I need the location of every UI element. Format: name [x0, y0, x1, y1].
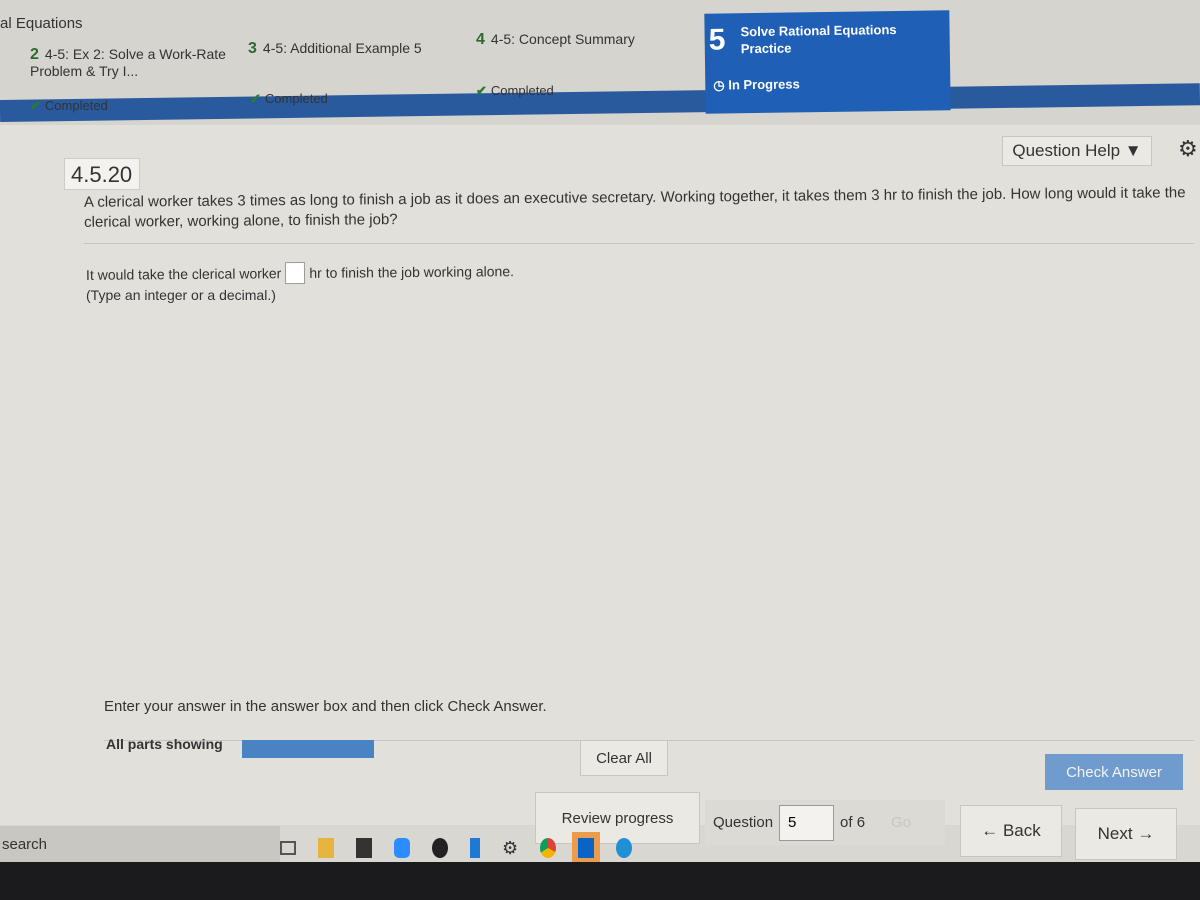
answer-line: It would take the clerical worker hr to … — [86, 260, 514, 286]
task-view-icon[interactable] — [280, 841, 296, 855]
question-total: of 6 — [840, 814, 866, 831]
tab-2[interactable]: 2 4-5: Ex 2: Solve a Work-Rate Problem & … — [30, 46, 230, 79]
tab-label: 4-5: Concept Summary — [490, 31, 635, 47]
check-icon: ✔ — [30, 98, 41, 113]
app-icon[interactable] — [470, 838, 480, 858]
answer-suffix: hr to finish the job working alone. — [309, 263, 515, 281]
status-text: In Progress — [728, 76, 800, 93]
zoom-icon[interactable] — [394, 838, 410, 858]
tab-label: Solve Rational Equations Practice — [740, 22, 897, 57]
store-icon[interactable] — [356, 838, 372, 858]
edge-icon[interactable] — [616, 838, 633, 858]
check-answer-button[interactable]: Check Answer — [1045, 754, 1183, 790]
status-completed: ✔ Completed — [250, 91, 328, 107]
chrome-icon[interactable] — [540, 838, 557, 858]
assignment-title: al Equations — [0, 15, 83, 32]
instruction-text: Enter your answer in the answer box and … — [104, 698, 547, 715]
status-text: Completed — [44, 98, 108, 113]
question-label: Question — [713, 814, 774, 831]
parts-progress-bar — [242, 740, 374, 758]
question-help-button[interactable]: Question Help ▼ — [1002, 136, 1152, 166]
status-in-progress: ◷ In Progress — [713, 76, 800, 93]
gear-icon[interactable]: ⚙ — [1178, 136, 1198, 162]
check-icon: ✔ — [476, 83, 487, 98]
answer-hint: (Type an integer or a decimal.) — [86, 287, 276, 303]
tab-number: 5 — [708, 23, 726, 57]
settings-icon[interactable]: ⚙ — [502, 838, 518, 858]
tab-label: 4-5: Additional Example 5 — [262, 40, 422, 56]
status-completed: ✔ Completed — [30, 98, 108, 114]
outlook-icon[interactable] — [572, 832, 601, 864]
screen-bezel — [0, 862, 1200, 900]
answer-input[interactable] — [285, 261, 306, 285]
status-text: Completed — [490, 83, 554, 98]
tab-4[interactable]: 4 4-5: Concept Summary — [476, 31, 635, 49]
clock-icon: ◷ — [713, 77, 729, 93]
file-explorer-icon[interactable] — [318, 838, 334, 858]
parts-progress-fill — [242, 740, 374, 758]
divider — [84, 243, 1194, 244]
answer-prefix: It would take the clerical worker — [85, 265, 282, 283]
tab-number: 4 — [476, 31, 485, 48]
tab-label: 4-5: Ex 2: Solve a Work-Rate Problem & T… — [30, 46, 226, 79]
tab-3[interactable]: 3 4-5: Additional Example 5 — [248, 40, 422, 58]
status-completed: ✔ Completed — [476, 83, 554, 99]
status-text: Completed — [264, 91, 328, 106]
tab-number: 3 — [248, 40, 257, 57]
parts-label: All parts showing — [106, 736, 223, 752]
xbox-icon[interactable] — [432, 838, 448, 858]
next-button[interactable]: Next → — [1075, 808, 1177, 860]
question-number-input[interactable] — [779, 804, 835, 841]
tab-number: 2 — [30, 46, 39, 63]
check-icon: ✔ — [250, 91, 261, 106]
back-button[interactable]: ← Back — [960, 805, 1062, 857]
taskbar-search[interactable]: search — [0, 826, 280, 862]
tab-5-active[interactable]: 5 Solve Rational Equations Practice ◷ In… — [704, 10, 951, 114]
question-navigator: Question of 6 Go — [705, 800, 945, 845]
question-id: 4.5.20 — [64, 158, 140, 190]
clear-all-button[interactable]: Clear All — [580, 740, 668, 776]
go-button[interactable]: Go — [891, 814, 911, 831]
